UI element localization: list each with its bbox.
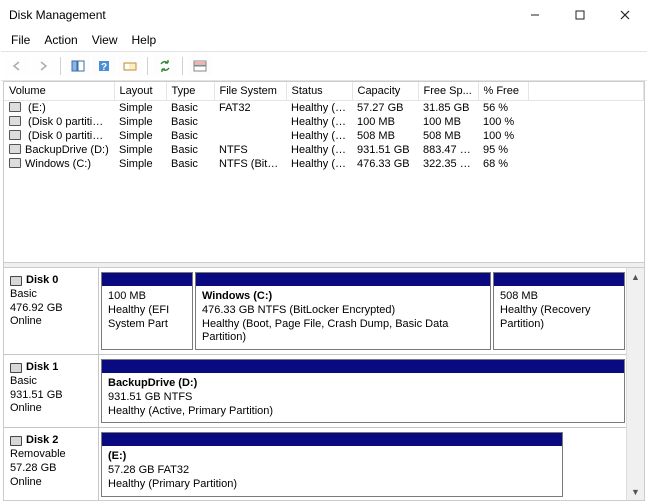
separator [182,57,183,75]
disk-icon [10,436,22,446]
close-button[interactable] [602,1,647,29]
partition-name: (E:) [108,450,556,464]
disk-partitions: BackupDrive (D:)931.51 GB NTFSHealthy (A… [99,355,627,427]
partition-stripe [494,273,624,286]
volume-row[interactable]: BackupDrive (D:)SimpleBasicNTFSHealthy (… [4,143,644,157]
volume-icon [9,144,21,154]
minimize-button[interactable] [512,1,557,29]
partition[interactable]: Windows (C:)476.33 GB NTFS (BitLocker En… [195,272,491,350]
disk-partitions: 100 MBHealthy (EFI System PartWindows (C… [99,268,627,354]
disk-row: Disk 0Basic476.92 GBOnline100 MBHealthy … [4,268,627,355]
partition-status: Healthy (EFI System Part [108,304,186,332]
disk-row: Disk 2Removable57.28 GBOnline (E:)57.28 … [4,428,627,500]
disk-icon [10,276,22,286]
partition-stripe [102,433,562,446]
partition-stripe [102,273,192,286]
partition-name: BackupDrive (D:) [108,377,618,391]
window-title: Disk Management [9,8,512,22]
disk-partitions: (E:)57.28 GB FAT32Healthy (Primary Parti… [99,428,627,500]
menu-file[interactable]: File [5,31,36,49]
col-volume[interactable]: Volume [4,82,114,101]
volume-row[interactable]: (Disk 0 partition 4)SimpleBasicHealthy (… [4,129,644,143]
partition-size: 476.33 GB NTFS (BitLocker Encrypted) [202,304,484,318]
col-status[interactable]: Status [286,82,352,101]
col-capacity[interactable]: Capacity [352,82,418,101]
back-button[interactable] [5,55,29,77]
scroll-up-button[interactable]: ▲ [627,268,644,285]
partition[interactable]: BackupDrive (D:)931.51 GB NTFSHealthy (A… [101,359,625,423]
col-pct[interactable]: % Free [478,82,528,101]
col-layout[interactable]: Layout [114,82,166,101]
partition-size: 508 MB [500,290,618,304]
volume-list-pane[interactable]: Volume Layout Type File System Status Ca… [4,82,644,262]
volume-row[interactable]: (Disk 0 partition 1)SimpleBasicHealthy (… [4,115,644,129]
scroll-down-button[interactable]: ▼ [627,483,644,500]
separator [60,57,61,75]
volume-icon [9,158,21,168]
col-type[interactable]: Type [166,82,214,101]
partition-status: Healthy (Active, Primary Partition) [108,405,618,419]
toolbar: ? [1,51,647,81]
volume-icon [9,130,21,140]
disk-info[interactable]: Disk 0Basic476.92 GBOnline [4,268,99,354]
partition-size: 57.28 GB FAT32 [108,464,556,478]
partition-size: 931.51 GB NTFS [108,391,618,405]
vertical-scrollbar[interactable]: ▲ ▼ [626,268,644,500]
volume-icon [9,116,21,126]
menu-view[interactable]: View [86,31,124,49]
partition-status: Healthy (Boot, Page File, Crash Dump, Ba… [202,318,484,346]
partition[interactable]: 100 MBHealthy (EFI System Part [101,272,193,350]
settings-button[interactable] [118,55,142,77]
partition[interactable]: (E:)57.28 GB FAT32Healthy (Primary Parti… [101,432,563,496]
svg-text:?: ? [101,62,107,72]
col-fs[interactable]: File System [214,82,286,101]
disk-info[interactable]: Disk 1Basic931.51 GBOnline [4,355,99,427]
show-hide-button[interactable] [66,55,90,77]
volume-icon [9,102,21,112]
partition-size: 100 MB [108,290,186,304]
separator [147,57,148,75]
partition-status: Healthy (Recovery Partition) [500,304,618,332]
partition-status: Healthy (Primary Partition) [108,478,556,492]
menubar: File Action View Help [1,29,647,51]
menu-action[interactable]: Action [38,31,83,49]
col-free[interactable]: Free Sp... [418,82,478,101]
refresh-button[interactable] [153,55,177,77]
partition[interactable]: 508 MBHealthy (Recovery Partition) [493,272,625,350]
disk-graphic-pane[interactable]: Disk 0Basic476.92 GBOnline100 MBHealthy … [4,268,644,500]
titlebar: Disk Management [1,1,647,29]
disk-icon [10,363,22,373]
disk-row: Disk 1Basic931.51 GBOnlineBackupDrive (D… [4,355,627,428]
volume-row[interactable]: Windows (C:)SimpleBasicNTFS (BitLo...Hea… [4,157,644,171]
disk-info[interactable]: Disk 2Removable57.28 GBOnline [4,428,99,500]
list-top-button[interactable] [188,55,212,77]
volume-row[interactable]: (E:)SimpleBasicFAT32Healthy (P...57.27 G… [4,101,644,116]
partition-stripe [196,273,490,286]
partition-name: Windows (C:) [202,290,484,304]
col-blank[interactable] [528,82,644,101]
column-headers[interactable]: Volume Layout Type File System Status Ca… [4,82,644,101]
maximize-button[interactable] [557,1,602,29]
help-button[interactable]: ? [92,55,116,77]
menu-help[interactable]: Help [126,31,163,49]
forward-button[interactable] [31,55,55,77]
partition-stripe [102,360,624,373]
volume-table: Volume Layout Type File System Status Ca… [4,82,644,171]
